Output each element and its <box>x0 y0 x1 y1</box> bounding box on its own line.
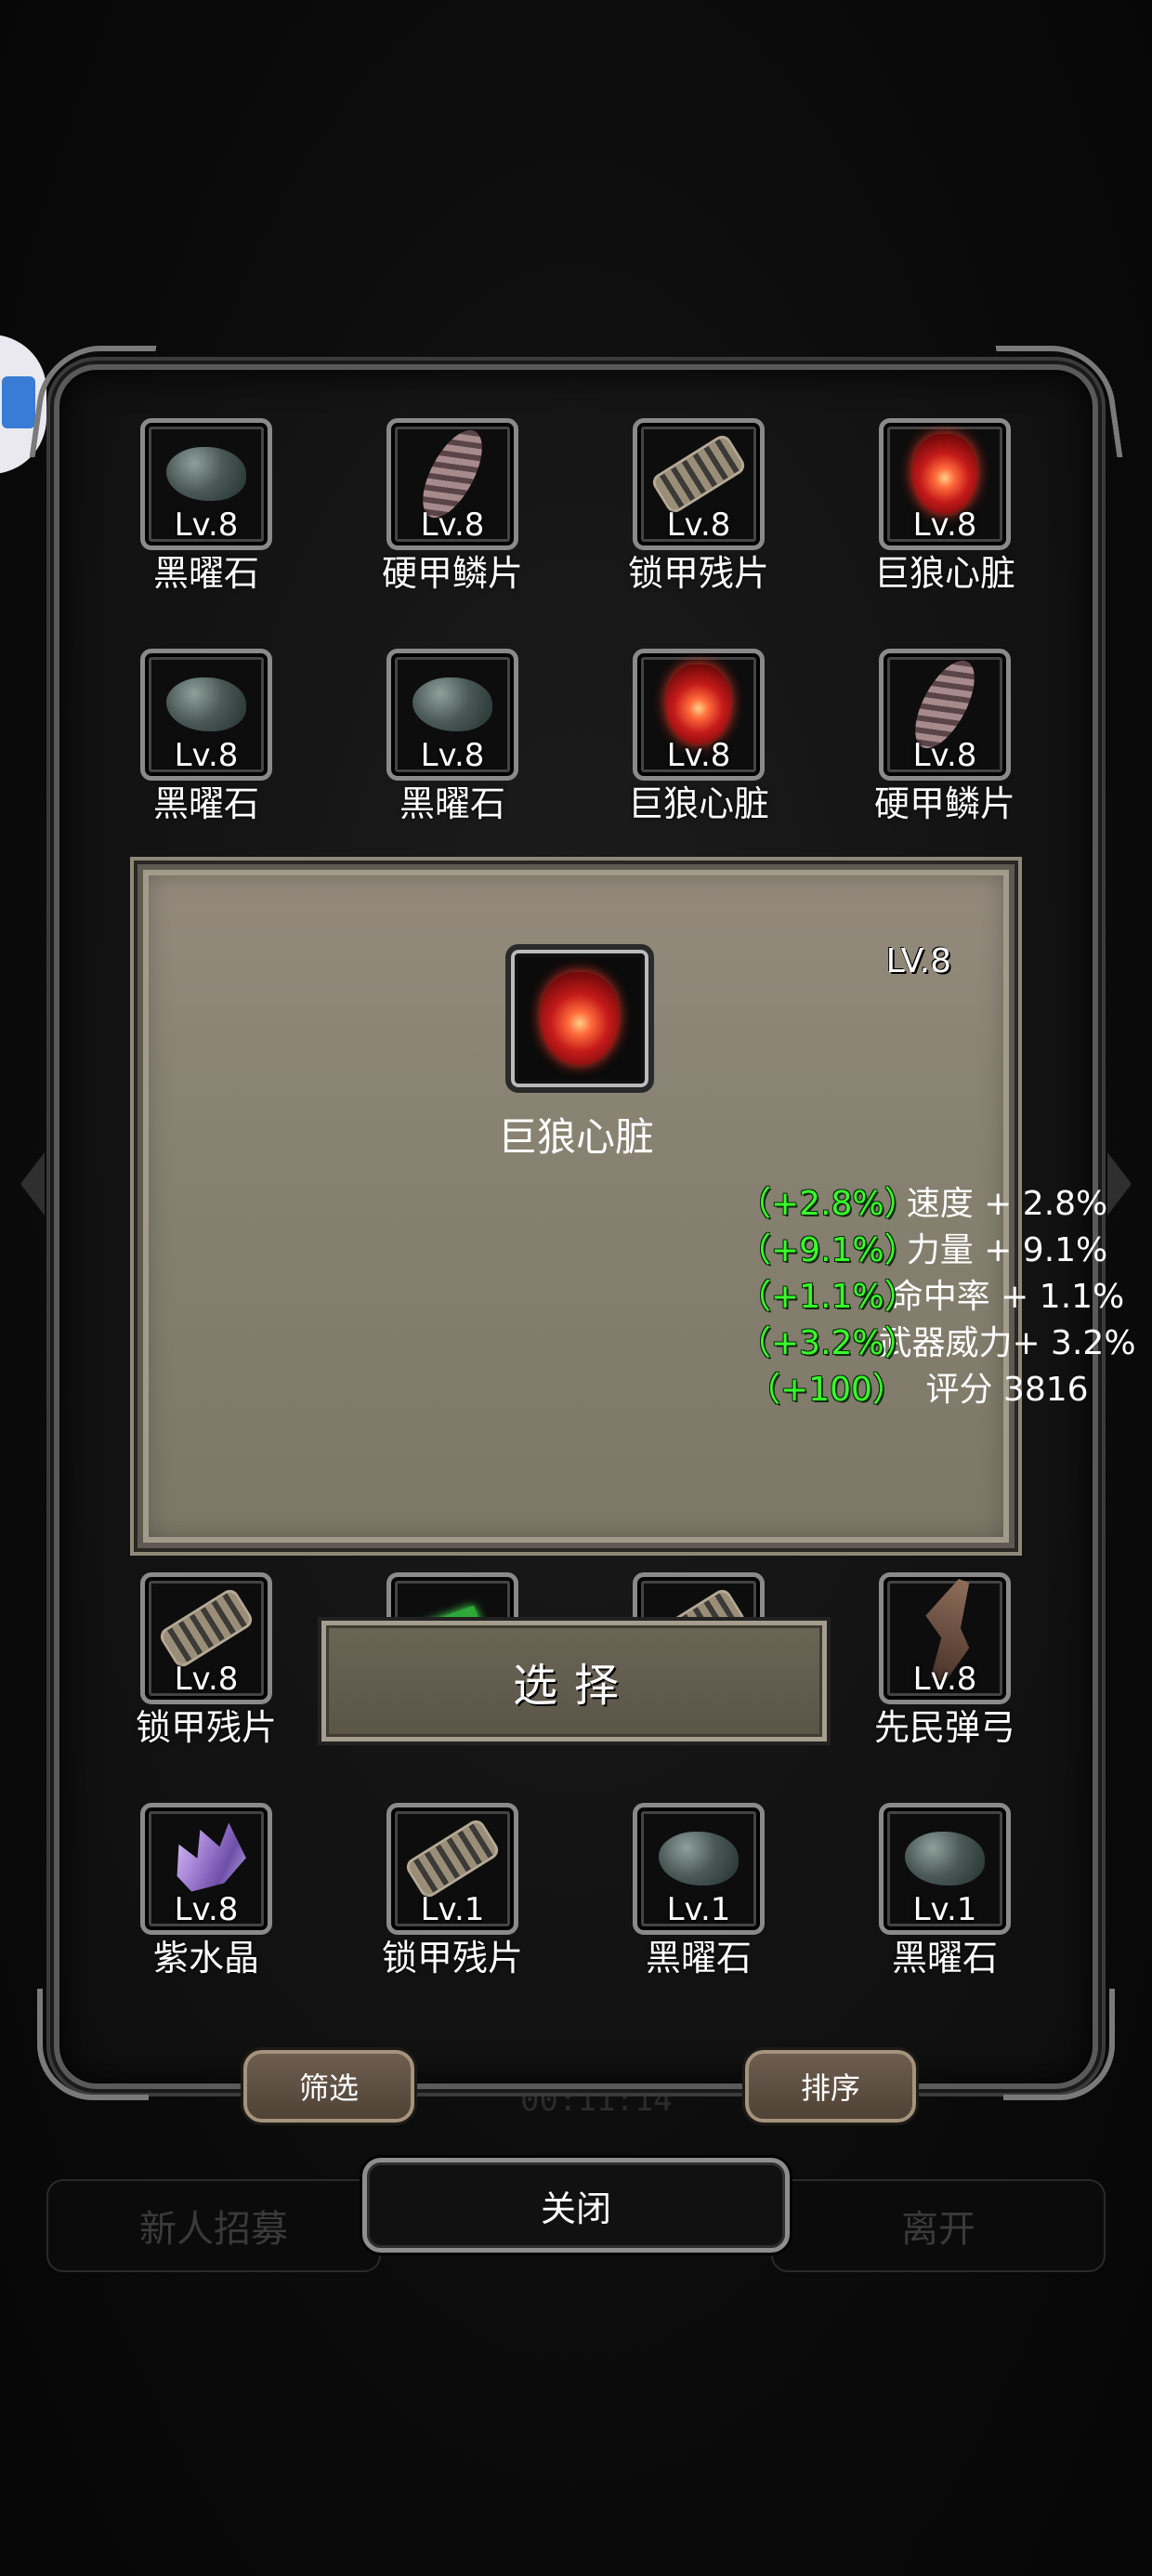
inventory-item[interactable]: Lv.8 黑曜石 <box>360 649 545 826</box>
item-slot[interactable]: Lv.8 <box>140 1572 272 1704</box>
inventory-item[interactable]: Lv.8 黑曜石 <box>113 649 299 826</box>
inventory-item[interactable]: Lv.1 黑曜石 <box>852 1803 1038 1980</box>
item-level: Lv.8 <box>174 506 239 544</box>
obsidian-icon <box>166 447 246 502</box>
obsidian-icon <box>659 1832 739 1886</box>
bookmark-icon <box>2 376 35 428</box>
inventory-item[interactable]: Lv.8 紫水晶 <box>113 1803 299 1980</box>
item-slot[interactable]: Lv.8 <box>386 418 518 550</box>
item-slot[interactable]: Lv.8 <box>879 418 1011 550</box>
item-name: 黑曜石 <box>645 1938 752 1978</box>
item-name: 锁甲残片 <box>381 1938 523 1978</box>
item-slot[interactable]: Lv.8 <box>633 649 765 781</box>
item-slot[interactable]: Lv.8 <box>140 418 272 550</box>
heart-icon <box>541 972 619 1065</box>
sort-button[interactable]: 排序 <box>745 2050 916 2123</box>
item-name: 硬甲鳞片 <box>381 553 523 594</box>
inventory-item[interactable]: Lv.1 黑曜石 <box>606 1803 792 1980</box>
inventory-item[interactable]: Lv.8 锁甲残片 <box>113 1572 299 1750</box>
chain-icon <box>403 1817 502 1901</box>
item-slot[interactable]: Lv.1 <box>386 1803 518 1935</box>
stat-bonus: （+100） <box>747 1371 906 1409</box>
select-button[interactable]: 选择 <box>321 1621 827 1741</box>
stat-row: 命中率 + 1.1% （+1.1%） <box>143 1269 1124 1316</box>
item-slot[interactable]: Lv.8 <box>633 418 765 550</box>
stat-row: 评分 3816 （+100） <box>143 1362 1089 1409</box>
leave-button-bg: 离开 <box>771 2179 1106 2272</box>
item-level: Lv.8 <box>174 1891 239 1928</box>
inventory-item[interactable]: Lv.8 巨狼心脏 <box>852 418 1038 596</box>
heart-icon <box>912 434 977 515</box>
item-level: Lv.1 <box>420 1891 485 1928</box>
item-name: 黑曜石 <box>152 553 259 594</box>
item-name: 巨狼心脏 <box>873 553 1015 594</box>
inventory-item[interactable]: Lv.8 巨狼心脏 <box>606 649 792 826</box>
item-level: Lv.8 <box>912 1661 977 1698</box>
stat-row: 速度 + 2.8% （+2.8%） <box>143 1176 1107 1223</box>
stat-bonus: （+1.1%） <box>738 1278 918 1316</box>
close-button[interactable]: 关闭 <box>362 2158 790 2253</box>
item-level: Lv.1 <box>912 1891 977 1928</box>
item-slot[interactable]: Lv.8 <box>879 649 1011 781</box>
item-level: Lv.8 <box>420 506 485 544</box>
item-slot[interactable]: Lv.1 <box>879 1803 1011 1935</box>
obsidian-icon <box>905 1832 985 1886</box>
corner-ornament <box>1003 1989 1115 2100</box>
item-name: 黑曜石 <box>891 1938 998 1978</box>
item-level: Lv.8 <box>174 1661 239 1698</box>
item-name: 硬甲鳞片 <box>873 783 1015 824</box>
item-level: Lv.8 <box>420 737 485 774</box>
detail-level: LV.8 <box>885 942 951 980</box>
obsidian-icon <box>412 677 492 732</box>
chain-icon <box>157 1586 255 1671</box>
item-slot[interactable]: Lv.8 <box>140 1803 272 1935</box>
obsidian-icon <box>166 677 246 732</box>
inventory-item[interactable]: Lv.1 锁甲残片 <box>360 1803 545 1980</box>
chain-icon <box>649 432 748 517</box>
item-slot[interactable]: Lv.8 <box>140 649 272 781</box>
item-level: Lv.8 <box>666 506 731 544</box>
stat-row: 力量 + 9.1% （+9.1%） <box>143 1223 1107 1269</box>
detail-item-slot <box>505 944 654 1093</box>
item-slot[interactable]: Lv.8 <box>879 1572 1011 1704</box>
item-name: 锁甲残片 <box>135 1707 277 1748</box>
item-detail-popup: LV.8 巨狼心脏 速度 + 2.8% （+2.8%） 力量 + 9.1% （+… <box>137 864 1136 1548</box>
recruit-button-bg: 新人招募 <box>46 2179 381 2272</box>
item-level: Lv.8 <box>912 737 977 774</box>
item-slot[interactable]: Lv.1 <box>633 1803 765 1935</box>
heart-icon <box>666 664 731 745</box>
stat-row: 武器威力+ 3.2% （+3.2%） <box>143 1316 1136 1362</box>
detail-item-name: 巨狼心脏 <box>497 1114 654 1160</box>
inventory-item[interactable]: Lv.8 锁甲残片 <box>606 418 792 596</box>
item-name: 紫水晶 <box>152 1938 259 1978</box>
corner-ornament <box>37 1989 149 2100</box>
stat-list: 速度 + 2.8% （+2.8%） 力量 + 9.1% （+9.1%） 命中率 … <box>143 1176 1136 1409</box>
item-name: 先民弹弓 <box>873 1707 1015 1748</box>
item-name: 锁甲残片 <box>627 553 769 594</box>
item-level: Lv.8 <box>666 737 731 774</box>
stat-bonus: （+3.2%） <box>738 1324 918 1362</box>
stat-bonus: （+9.1%） <box>738 1231 918 1269</box>
arrow-left-icon <box>20 1152 45 1216</box>
item-slot[interactable]: Lv.8 <box>386 649 518 781</box>
inventory-item[interactable]: Lv.8 硬甲鳞片 <box>852 649 1038 826</box>
item-name: 巨狼心脏 <box>627 783 769 824</box>
item-level: Lv.8 <box>912 506 977 544</box>
inventory-item[interactable]: Lv.8 硬甲鳞片 <box>360 418 545 596</box>
stat-bonus: （+2.8%） <box>738 1185 918 1223</box>
item-level: Lv.1 <box>666 1891 731 1928</box>
item-name: 黑曜石 <box>399 783 505 824</box>
item-level: Lv.8 <box>174 737 239 774</box>
inventory-item[interactable]: Lv.8 先民弹弓 <box>852 1572 1038 1750</box>
filter-button[interactable]: 筛选 <box>243 2050 414 2123</box>
inventory-item[interactable]: Lv.8 黑曜石 <box>113 418 299 596</box>
item-name: 黑曜石 <box>152 783 259 824</box>
